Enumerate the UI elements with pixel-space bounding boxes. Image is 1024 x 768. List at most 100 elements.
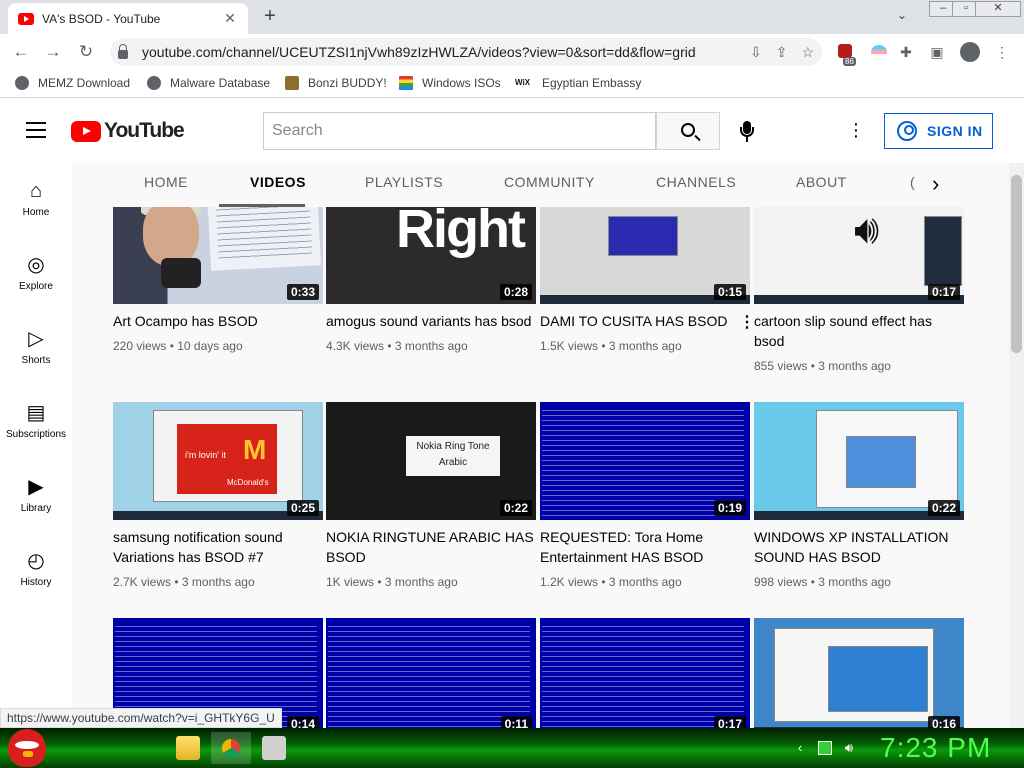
bookmark-bonzi-buddy[interactable]: Bonzi BUDDY! — [285, 76, 387, 90]
tab-home[interactable]: HOME — [144, 174, 188, 190]
tab-channels[interactable]: CHANNELS — [656, 174, 736, 190]
video-card[interactable]: Nokia Ring Tone Arabic 0:22 NOKIA RINGTU… — [326, 402, 536, 589]
tab-videos[interactable]: VIDEOS — [250, 174, 306, 190]
video-card[interactable]: 0:22 WINDOWS XP INSTALLATION SOUND HAS B… — [754, 402, 964, 589]
thumbnail-text: Right — [396, 207, 526, 259]
tray-volume-icon[interactable]: 🔊︎ — [842, 741, 856, 755]
extension-shield-icon[interactable] — [838, 44, 852, 58]
video-card[interactable]: 0:19 REQUESTED: Tora Home Entertainment … — [540, 402, 750, 589]
bookmark-windows-isos[interactable]: Windows ISOs — [399, 76, 501, 90]
video-card[interactable]: 0:16 — [754, 618, 964, 728]
tab-playlists[interactable]: PLAYLISTS — [365, 174, 443, 190]
duration-badge: 0:19 — [713, 500, 746, 516]
tab-search-icon[interactable]: ⌄ — [897, 8, 907, 22]
sidebar-item-history[interactable]: ◴ History — [0, 533, 72, 603]
video-thumbnail[interactable]: 0:19 — [540, 402, 750, 520]
video-card[interactable]: i'm lovin' it M McDonald's 0:25 samsung … — [113, 402, 323, 589]
hamburger-menu-icon[interactable] — [26, 122, 46, 138]
close-tab-icon[interactable]: ✕ — [222, 10, 238, 27]
youtube-header: YouTube ··· SIGN IN — [0, 99, 1024, 163]
search-icon — [681, 123, 695, 137]
share-icon[interactable]: ⇪ — [776, 44, 788, 61]
video-card[interactable]: 0:33 Art Ocampo has BSOD 220 views • 10 … — [113, 207, 323, 353]
video-title[interactable]: Art Ocampo has BSOD — [113, 311, 323, 331]
browser-menu-icon[interactable]: ⋮ — [993, 43, 1011, 61]
video-card[interactable]: Right 0:28 amogus sound variants has bso… — [326, 207, 536, 353]
video-title[interactable]: NOKIA RINGTUNE ARABIC HAS BSOD — [326, 527, 536, 567]
youtube-logo[interactable]: YouTube — [71, 119, 185, 143]
url-text[interactable]: youtube.com/channel/UCEUTZSI1njVwh89zIzH… — [142, 44, 736, 60]
sidebar-item-shorts[interactable]: ▷ Shorts — [0, 311, 72, 381]
chevron-right-icon[interactable]: › — [932, 171, 939, 197]
bookmark-egyptian-embassy[interactable]: WiX Egyptian Embassy — [515, 76, 641, 90]
chrome-taskbar-icon[interactable] — [211, 732, 251, 764]
extension-flag-icon[interactable] — [871, 45, 887, 59]
video-metadata: 998 views • 3 months ago — [754, 575, 891, 589]
remote-desktop-icon[interactable] — [262, 736, 286, 760]
video-title[interactable]: amogus sound variants has bsod — [326, 311, 536, 331]
mini-guide-sidebar: ⌂ Home ◎ Explore ▷ Shorts ▤ Subscription… — [0, 163, 72, 728]
video-title[interactable]: DAMI TO CUSITA HAS BSOD — [540, 311, 750, 331]
video-thumbnail[interactable]: 0:15 — [540, 207, 750, 304]
sign-in-button[interactable]: SIGN IN — [884, 113, 993, 149]
new-tab-button[interactable]: + — [258, 5, 282, 28]
close-window-button[interactable]: ✕ — [975, 1, 1021, 17]
video-title[interactable]: WINDOWS XP INSTALLATION SOUND HAS BSOD — [754, 527, 964, 567]
file-explorer-icon[interactable] — [176, 736, 200, 760]
reload-icon[interactable]: ↻ — [75, 41, 97, 63]
sidebar-item-explore[interactable]: ◎ Explore — [0, 237, 72, 307]
video-card[interactable]: 0:11 — [326, 618, 536, 728]
start-button-angry-bird-icon[interactable] — [8, 729, 46, 767]
video-title[interactable]: samsung notification sound Variations ha… — [113, 527, 323, 567]
tray-overflow-icon[interactable]: ‹ — [793, 741, 807, 755]
settings-more-icon[interactable]: · · · — [850, 114, 862, 146]
bookmark-label: Bonzi BUDDY! — [308, 76, 387, 90]
extensions-puzzle-icon[interactable]: ✚ — [897, 43, 915, 61]
page-scrollbar-thumb[interactable] — [1011, 175, 1022, 353]
video-thumbnail[interactable]: i'm lovin' it M McDonald's 0:25 — [113, 402, 323, 520]
lock-icon[interactable] — [118, 43, 128, 59]
tray-network-icon[interactable] — [818, 741, 832, 755]
video-card[interactable]: 0:15 DAMI TO CUSITA HAS BSOD 1.5K views … — [540, 207, 755, 353]
video-title[interactable]: REQUESTED: Tora Home Entertainment HAS B… — [540, 527, 750, 567]
side-panel-icon[interactable]: ▣ — [928, 43, 946, 61]
back-arrow-icon[interactable]: ← — [10, 41, 32, 63]
bookmark-memz[interactable]: MEMZ Download — [15, 76, 130, 90]
taskbar-clock[interactable]: 7:23 PM — [880, 732, 991, 764]
channel-search-icon[interactable]: ( — [910, 174, 915, 190]
video-thumbnail[interactable]: 0:22 — [754, 402, 964, 520]
video-title[interactable]: cartoon slip sound effect has bsod — [754, 311, 964, 351]
video-thumbnail[interactable]: 0:33 — [113, 207, 323, 304]
video-metadata: 855 views • 3 months ago — [754, 359, 891, 373]
browser-tab[interactable]: VA's BSOD - YouTube ✕ — [8, 3, 248, 34]
search-input[interactable] — [263, 112, 656, 150]
forward-arrow-icon[interactable]: → — [42, 41, 64, 63]
wix-logo-icon: WiX — [515, 78, 531, 87]
voice-search-mic-icon[interactable] — [740, 121, 754, 143]
bookmark-malware-database[interactable]: Malware Database — [147, 76, 270, 90]
search-button[interactable] — [656, 112, 720, 150]
video-thumbnail[interactable]: Nokia Ring Tone Arabic 0:22 — [326, 402, 536, 520]
video-menu-icon[interactable]: ⋮ — [739, 312, 755, 332]
address-bar[interactable]: youtube.com/channel/UCEUTZSI1njVwh89zIzH… — [110, 38, 822, 66]
video-thumbnail[interactable]: 0:11 — [326, 618, 536, 728]
sidebar-item-subscriptions[interactable]: ▤ Subscriptions — [0, 385, 72, 455]
profile-avatar-icon[interactable] — [960, 42, 980, 62]
video-thumbnail[interactable]: Right 0:28 — [326, 207, 536, 304]
video-thumbnail[interactable]: 0:17 — [540, 618, 750, 728]
sidebar-item-library[interactable]: ▶ Library — [0, 459, 72, 529]
duration-badge: 0:16 — [927, 716, 960, 728]
os-taskbar: ‹ 🔊︎ 7:23 PM — [0, 728, 1024, 768]
video-card[interactable]: 0:17 — [540, 618, 750, 728]
duration-badge: 0:22 — [927, 500, 960, 516]
tab-about[interactable]: ABOUT — [796, 174, 847, 190]
video-card[interactable]: 🔊︎ 0:17 cartoon slip sound effect has bs… — [754, 207, 964, 373]
install-app-icon[interactable]: ⇩ — [750, 44, 762, 61]
sidebar-item-home[interactable]: ⌂ Home — [0, 163, 72, 233]
video-metadata: 220 views • 10 days ago — [113, 339, 243, 353]
video-thumbnail[interactable]: 🔊︎ 0:17 — [754, 207, 964, 304]
tab-community[interactable]: COMMUNITY — [504, 174, 595, 190]
bookmark-star-icon[interactable]: ☆ — [801, 44, 814, 61]
golden-idol-icon — [285, 76, 299, 90]
video-thumbnail[interactable]: 0:16 — [754, 618, 964, 728]
